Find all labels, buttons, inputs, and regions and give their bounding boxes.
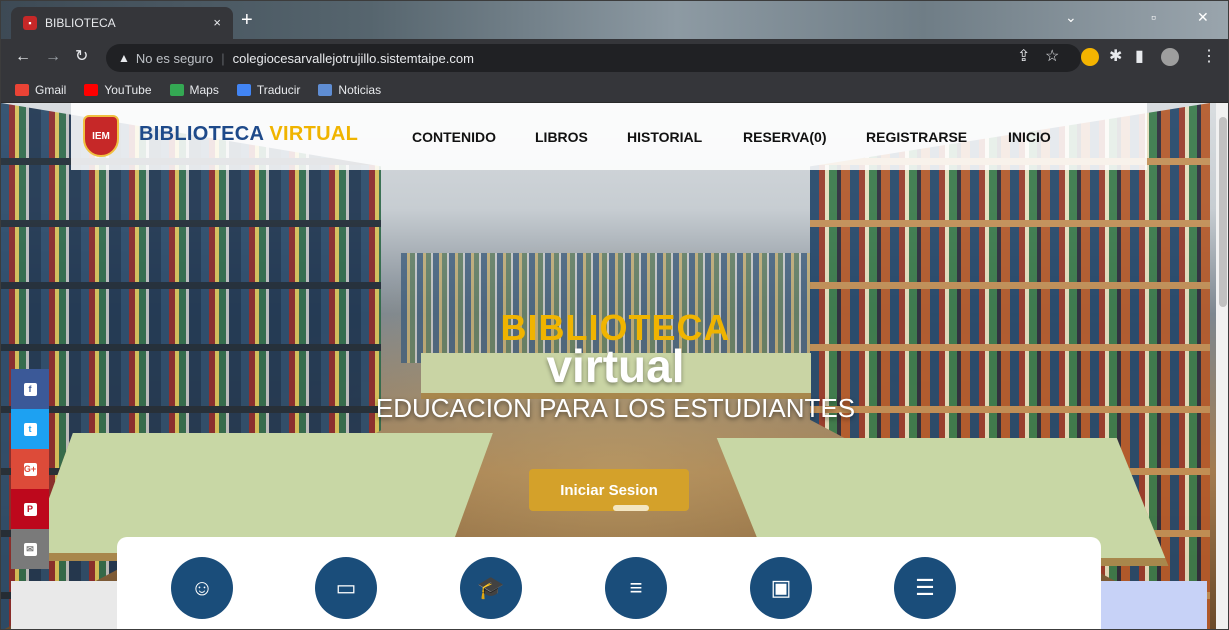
teacher-icon[interactable]: ☺ [171, 557, 233, 619]
brand-part-2: VIRTUAL [269, 123, 359, 145]
nav-contenido[interactable]: CONTENIDO [412, 129, 496, 145]
nav-libros[interactable]: LIBROS [535, 129, 588, 145]
email-icon: ✉ [23, 542, 37, 556]
forward-icon[interactable]: → [45, 49, 61, 65]
address-divider: | [221, 50, 225, 66]
extensions-puzzle-icon[interactable]: ✱ [1109, 49, 1122, 65]
back-icon[interactable]: ← [15, 49, 31, 65]
browser-window: ▪ BIBLIOTECA × + ⌄ ▫ ✕ ← → ↻ ▲ No es seg… [0, 0, 1229, 630]
slide-indicator[interactable] [613, 505, 649, 511]
brand-part-1: BIBLIOTECA [139, 123, 264, 145]
bookmark-label: Maps [189, 82, 219, 97]
address-bar[interactable]: ▲ No es seguro | colegiocesarvallejotruj… [106, 44, 1081, 72]
social-facebook-button[interactable]: f [11, 369, 49, 409]
youtube-icon [84, 83, 99, 96]
bookmarks-bar: Gmail YouTube Maps Traducir Noticias [1, 77, 1228, 103]
bookmark-gmail[interactable]: Gmail [15, 83, 66, 97]
nav-historial[interactable]: HISTORIAL [627, 129, 702, 145]
social-email-button[interactable]: ✉ [11, 529, 49, 569]
hero-tagline: EDUCACION PARA LOS ESTUDIANTES [375, 393, 856, 423]
page-viewport: IEM BIBLIOTECA VIRTUAL CONTENIDO LIBROS … [1, 103, 1228, 629]
school-logo[interactable]: IEM [83, 115, 119, 157]
bookmark-label: YouTube [104, 82, 152, 97]
bookmark-label: Gmail [35, 82, 67, 97]
bookmark-maps[interactable]: Maps [169, 82, 219, 97]
reserved-icon[interactable]: ▭ [315, 557, 377, 619]
new-tab-button[interactable]: + [241, 10, 253, 30]
login-button[interactable]: Iniciar Sesion [529, 469, 689, 511]
close-tab-icon[interactable]: × [213, 15, 221, 30]
scroll-thumb[interactable] [1219, 117, 1227, 307]
section-accent [1099, 581, 1207, 629]
browser-toolbar: ← → ↻ ▲ No es seguro | colegiocesarvalle… [1, 39, 1228, 77]
site-favicon: ▪ [23, 16, 37, 30]
background-left-table [29, 433, 493, 553]
nav-registrarse[interactable]: REGISTRARSE [866, 129, 967, 145]
tab-strip: ▪ BIBLIOTECA × + ⌄ ▫ ✕ [1, 1, 1228, 39]
tab-title: BIBLIOTECA [45, 16, 116, 30]
menu-kebab-icon[interactable]: ⋮ [1201, 49, 1217, 65]
profile-avatar[interactable] [1161, 48, 1179, 66]
pinterest-icon: P [23, 502, 37, 516]
social-google-plus-button[interactable]: G+ [11, 449, 49, 489]
reload-icon[interactable]: ↻ [75, 49, 88, 65]
bookmark-noticias[interactable]: Noticias [318, 83, 381, 97]
social-pinterest-button[interactable]: P [11, 489, 49, 529]
side-panel-icon[interactable]: ▮ [1135, 49, 1144, 65]
google-plus-icon: G+ [23, 462, 37, 476]
tab-search-icon[interactable]: ⌄ [1065, 9, 1077, 26]
social-twitter-button[interactable]: t [11, 409, 49, 449]
translate-icon [236, 83, 251, 96]
graduate-icon[interactable]: 🎓 [460, 557, 522, 619]
close-window-icon[interactable]: ✕ [1197, 9, 1209, 26]
bookmark-label: Traducir [256, 82, 301, 97]
nav-inicio[interactable]: INICIO [1008, 129, 1051, 145]
wallet-icon[interactable]: ▣ [750, 557, 812, 619]
nav-reserva[interactable]: RESERVA(0) [743, 129, 827, 145]
extension-icon[interactable] [1081, 48, 1099, 66]
message-icon[interactable]: ☰ [894, 557, 956, 619]
bookmark-label: Noticias [338, 82, 382, 97]
brand-title[interactable]: BIBLIOTECA VIRTUAL [139, 123, 358, 146]
insecure-label: No es seguro [135, 50, 214, 66]
maximize-icon[interactable]: ▫ [1151, 9, 1156, 25]
hero-subtitle: virtual [546, 340, 685, 392]
bookmark-star-icon[interactable]: ☆ [1045, 49, 1059, 65]
page-scrollbar[interactable] [1216, 103, 1228, 629]
tab-biblioteca[interactable]: ▪ BIBLIOTECA × [11, 7, 233, 39]
share-icon[interactable]: ⇪ [1017, 49, 1030, 65]
news-icon [318, 83, 333, 96]
facebook-icon: f [23, 382, 37, 396]
twitter-icon: t [23, 422, 37, 436]
bookmark-traducir[interactable]: Traducir [236, 82, 301, 97]
url-text[interactable]: colegiocesarvallejotrujillo.sistemtaipe.… [233, 51, 474, 66]
gmail-icon [15, 83, 29, 96]
bookmark-youtube[interactable]: YouTube [84, 82, 152, 97]
maps-icon [169, 83, 184, 96]
warning-icon[interactable]: ▲ [118, 51, 130, 65]
site-navbar: IEM BIBLIOTECA VIRTUAL CONTENIDO LIBROS … [71, 103, 1147, 170]
books-icon[interactable]: ≡ [605, 557, 667, 619]
